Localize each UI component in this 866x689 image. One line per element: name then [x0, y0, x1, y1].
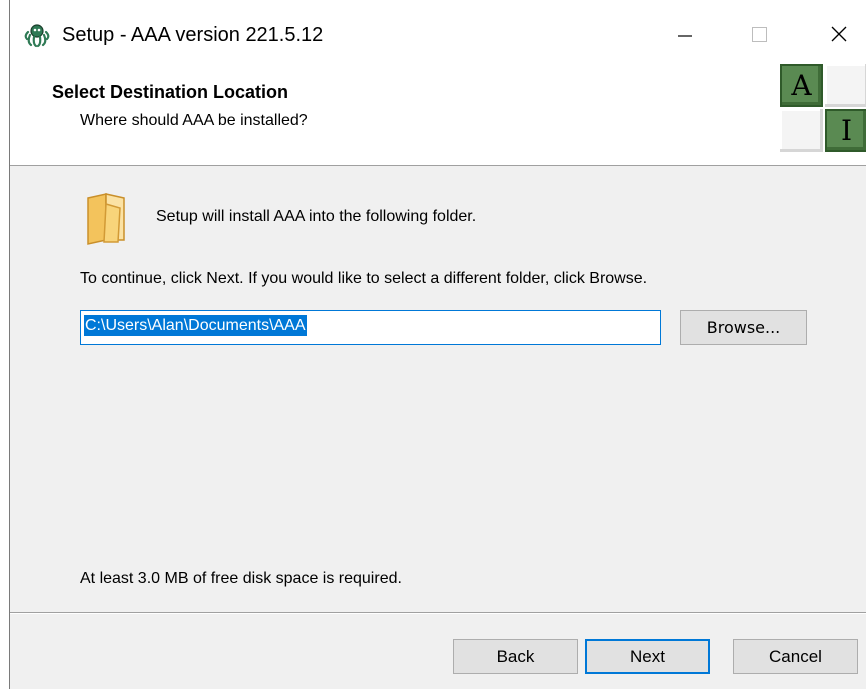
minimize-button[interactable]: [662, 14, 708, 56]
logo-tile-i: I: [825, 109, 866, 152]
logo-tile-blank-bottom: [780, 109, 823, 152]
setup-window: Setup - AAA version 221.5.12 Select Dest…: [9, 0, 866, 689]
destination-path-value: C:\Users\Alan\Documents\AAA: [84, 315, 307, 336]
wizard-logo: A I: [780, 64, 866, 164]
wizard-header: Select Destination Location Where should…: [10, 64, 866, 166]
instruction-text: To continue, click Next. If you would li…: [80, 270, 648, 287]
minimize-icon: [678, 35, 692, 37]
close-icon: [831, 26, 847, 42]
footer-divider: [10, 612, 866, 614]
logo-tile-blank-top: [825, 64, 866, 107]
maximize-button[interactable]: [736, 14, 782, 56]
app-octopus-icon: [24, 24, 50, 48]
disk-space-text: At least 3.0 MB of free disk space is re…: [80, 570, 402, 587]
title-bar[interactable]: Setup - AAA version 221.5.12: [10, 0, 866, 70]
page-title: Select Destination Location: [52, 82, 289, 102]
maximize-icon: [752, 27, 767, 42]
destination-path-input[interactable]: C:\Users\Alan\Documents\AAA: [80, 310, 661, 345]
browse-button[interactable]: Browse...: [680, 310, 807, 345]
page-subtitle: Where should AAA be installed?: [80, 112, 308, 129]
folder-icon: [87, 193, 125, 245]
back-button[interactable]: Back: [453, 639, 578, 674]
window-title: Setup - AAA version 221.5.12: [62, 24, 324, 46]
cancel-button[interactable]: Cancel: [733, 639, 858, 674]
logo-tile-a: A: [780, 64, 823, 107]
close-button[interactable]: [816, 14, 862, 56]
next-button[interactable]: Next: [585, 639, 710, 674]
intro-text: Setup will install AAA into the followin…: [156, 208, 477, 225]
